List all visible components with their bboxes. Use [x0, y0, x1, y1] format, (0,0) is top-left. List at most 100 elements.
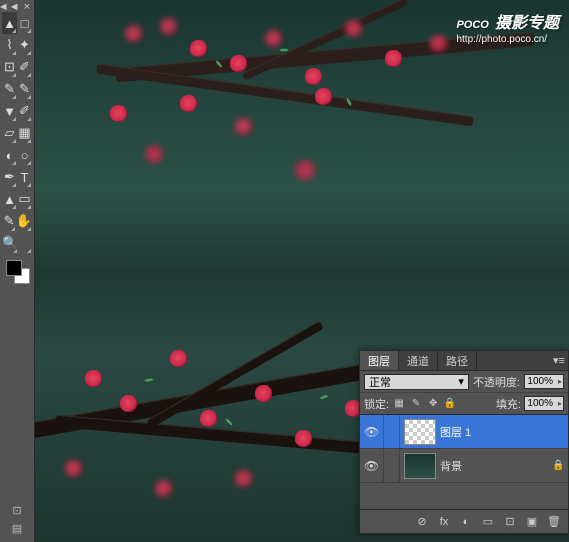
- flower: [230, 55, 246, 71]
- tools-panel: ◄◄ × ▲□⌇✦⊡✐✎✎▼✐▱▦◐○✒T▲▭✎✋🔍 ⊡ ▤: [0, 0, 35, 542]
- color-swatches[interactable]: [2, 260, 32, 288]
- fill-input[interactable]: 100%: [524, 396, 564, 411]
- fx-icon[interactable]: fx: [434, 513, 454, 531]
- flower: [145, 145, 163, 163]
- shape-tool[interactable]: ▭: [17, 188, 32, 210]
- foreground-swatch[interactable]: [6, 260, 22, 276]
- hand-tool[interactable]: ✋: [16, 210, 32, 232]
- flower: [385, 50, 401, 66]
- brush-tool[interactable]: ✎: [17, 78, 32, 100]
- layer-list: 👁 图层 1 👁 背景🔒: [360, 415, 568, 483]
- flower: [170, 350, 186, 366]
- flower: [235, 118, 251, 134]
- lock-label: 锁定:: [364, 396, 389, 412]
- blend-mode-value: 正常: [369, 374, 391, 390]
- tab-channels[interactable]: 通道: [399, 351, 438, 370]
- gradient-tool[interactable]: ▦: [17, 122, 32, 144]
- visibility-icon[interactable]: 👁: [360, 415, 384, 448]
- flower: [315, 88, 331, 104]
- layer-row[interactable]: 👁 背景🔒: [360, 449, 568, 483]
- blur-tool[interactable]: ◐: [2, 144, 17, 166]
- layers-panel: 图层 通道 路径 ▾≡ 正常 ▾ 不透明度: 100% 锁定: ▦ ✎ ✥ 🔒 …: [359, 350, 569, 534]
- layer-name: 图层 1: [440, 424, 552, 440]
- branch: [96, 64, 474, 127]
- stamp-tool[interactable]: ▼: [2, 100, 17, 122]
- pen-tool[interactable]: ✒: [2, 166, 17, 188]
- mask-icon[interactable]: ◐: [456, 513, 476, 531]
- flower: [85, 370, 101, 386]
- watermark: POCO 摄影专题 http://photo.poco.cn/: [456, 8, 559, 45]
- path-select-tool[interactable]: ▲: [2, 188, 17, 210]
- tools-header: ◄◄ ×: [2, 2, 32, 12]
- layer-thumbnail[interactable]: [404, 419, 436, 445]
- leaf: [145, 376, 154, 383]
- leaf: [225, 418, 234, 425]
- flower: [110, 105, 126, 121]
- flower: [265, 30, 281, 46]
- eyedropper-tool[interactable]: ✐: [17, 56, 32, 78]
- blend-mode-select[interactable]: 正常 ▾: [364, 374, 469, 390]
- visibility-icon[interactable]: 👁: [360, 449, 384, 482]
- opacity-input[interactable]: 100%: [524, 374, 564, 389]
- flower: [295, 160, 315, 180]
- wand-tool[interactable]: ✦: [17, 34, 32, 56]
- flower: [180, 95, 196, 111]
- link-cell[interactable]: [384, 415, 400, 448]
- chevron-down-icon: ▾: [458, 375, 464, 388]
- marquee-tool[interactable]: □: [17, 12, 32, 34]
- move-tool[interactable]: ▲: [2, 12, 17, 34]
- link-cell[interactable]: [384, 449, 400, 482]
- lock-icon: 🔒: [552, 460, 568, 471]
- dodge-tool[interactable]: ○: [17, 144, 32, 166]
- healing-tool[interactable]: ✎: [2, 78, 17, 100]
- watermark-tagline: 摄影专题: [495, 15, 559, 32]
- flower: [345, 20, 361, 36]
- close-icon[interactable]: ×: [24, 3, 30, 11]
- opacity-label: 不透明度:: [473, 374, 520, 390]
- type-tool[interactable]: T: [17, 166, 32, 188]
- link-layers-icon[interactable]: ⊘: [412, 513, 432, 531]
- panel-menu-icon[interactable]: ▾≡: [550, 351, 568, 370]
- flower: [430, 35, 446, 51]
- watermark-brand: POCO: [456, 19, 488, 31]
- flower: [295, 430, 311, 446]
- panel-footer: ⊘ fx ◐ ▭ ⊡ ▣ 🗑: [360, 509, 568, 533]
- layer-name: 背景: [440, 458, 552, 474]
- lasso-tool[interactable]: ⌇: [2, 34, 17, 56]
- panel-tabs: 图层 通道 路径 ▾≡: [360, 351, 568, 371]
- layer-row[interactable]: 👁 图层 1: [360, 415, 568, 449]
- collapse-icon[interactable]: ◄◄: [0, 3, 20, 11]
- watermark-url: http://photo.poco.cn/: [456, 34, 559, 45]
- zoom-tool[interactable]: 🔍: [2, 232, 18, 254]
- crop-tool[interactable]: ⊡: [2, 56, 17, 78]
- layer-thumbnail[interactable]: [404, 453, 436, 479]
- fill-label: 填充:: [496, 396, 521, 412]
- flower: [120, 395, 136, 411]
- group-icon[interactable]: ⊡: [500, 513, 520, 531]
- flower: [235, 470, 251, 486]
- flower: [65, 460, 81, 476]
- tool-tool[interactable]: [18, 232, 32, 254]
- flower: [125, 25, 141, 41]
- lock-all-icon[interactable]: 🔒: [443, 397, 457, 411]
- flower: [305, 68, 321, 84]
- flower: [155, 480, 171, 496]
- flower: [190, 40, 206, 56]
- tab-layers[interactable]: 图层: [360, 351, 399, 370]
- leaf: [320, 393, 329, 401]
- flower: [200, 410, 216, 426]
- flower: [255, 385, 271, 401]
- lock-position-icon[interactable]: ✥: [426, 397, 440, 411]
- eraser-tool[interactable]: ▱: [2, 122, 17, 144]
- new-layer-icon[interactable]: ▣: [522, 513, 542, 531]
- quickmask-icon[interactable]: ⊡: [2, 502, 32, 518]
- history-brush-tool[interactable]: ✐: [17, 100, 32, 122]
- adjustment-icon[interactable]: ▭: [478, 513, 498, 531]
- flower: [160, 18, 176, 34]
- tab-paths[interactable]: 路径: [438, 351, 477, 370]
- lock-transparency-icon[interactable]: ▦: [392, 397, 406, 411]
- notes-tool[interactable]: ✎: [2, 210, 16, 232]
- screenmode-icon[interactable]: ▤: [2, 520, 32, 536]
- lock-pixels-icon[interactable]: ✎: [409, 397, 423, 411]
- trash-icon[interactable]: 🗑: [544, 513, 564, 531]
